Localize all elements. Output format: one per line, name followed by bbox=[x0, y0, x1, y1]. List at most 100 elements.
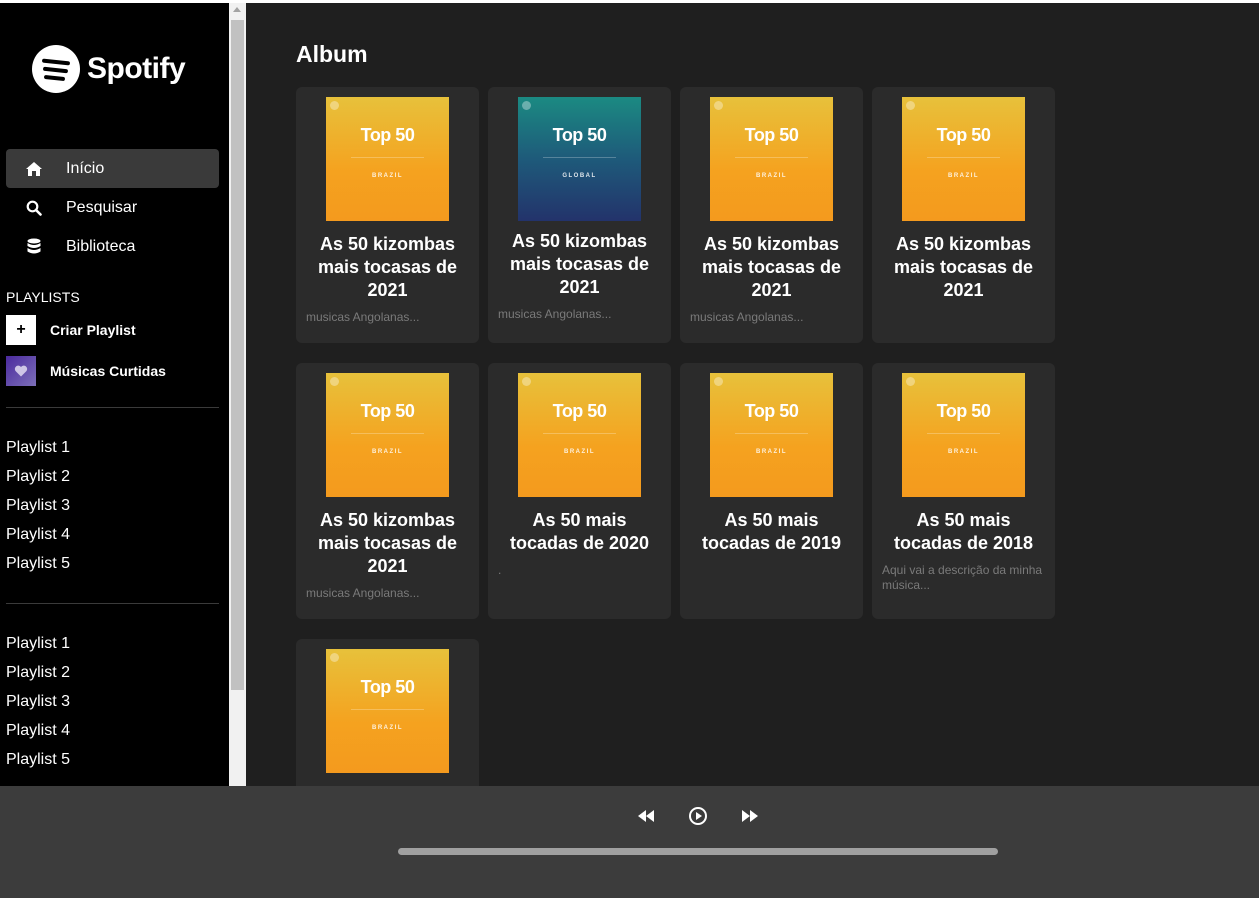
spotify-logo[interactable]: Spotify bbox=[32, 45, 186, 93]
spotify-dot-icon bbox=[330, 377, 339, 386]
spotify-dot-icon bbox=[906, 377, 915, 386]
playlists-header: PLAYLISTS bbox=[6, 289, 80, 305]
album-card[interactable]: Top 50 BRAZIL As 50 mais tocadas de 2019 bbox=[680, 363, 863, 619]
cover-top-label: Top 50 bbox=[360, 125, 415, 145]
spotify-dot-icon bbox=[522, 377, 531, 386]
album-card[interactable]: Top 50 BRAZIL As 50 kizombas mais tocasas … bbox=[296, 363, 479, 619]
album-title: As 50 mais tocadas de 2018 bbox=[893, 510, 1034, 553]
play-icon[interactable] bbox=[686, 804, 710, 828]
album-card[interactable]: Top 50 BRAZIL As 50 kizombas mais tocasas … bbox=[680, 87, 863, 343]
cover-top-label: Top 50 bbox=[744, 401, 799, 421]
cover-top-label: Top 50 bbox=[936, 125, 991, 145]
rewind-icon[interactable] bbox=[634, 804, 658, 828]
playlist-item[interactable]: Playlist 3 bbox=[6, 687, 70, 716]
nav-item-pesquisar[interactable]: Pesquisar bbox=[6, 188, 219, 227]
cover-region-label: BRAZIL bbox=[948, 449, 979, 455]
cover-divider bbox=[351, 433, 424, 434]
nav-label: Biblioteca bbox=[66, 237, 136, 255]
home-icon bbox=[24, 159, 44, 179]
nav-label: Início bbox=[66, 159, 105, 177]
scroll-thumb[interactable] bbox=[231, 20, 244, 690]
album-description: . bbox=[498, 563, 502, 577]
cover-top-label: Top 50 bbox=[552, 125, 607, 145]
playlist-item[interactable]: Playlist 5 bbox=[6, 549, 70, 578]
cover-top-label: Top 50 bbox=[552, 401, 607, 421]
liked-songs-button[interactable]: Músicas Curtidas bbox=[6, 356, 166, 386]
cover-divider bbox=[351, 709, 424, 710]
album-cover: Top 50 BRAZIL bbox=[710, 373, 833, 497]
cover-region-label: BRAZIL bbox=[756, 173, 787, 179]
plus-icon: + bbox=[6, 315, 36, 345]
spotify-dot-icon bbox=[330, 101, 339, 110]
playlist-item[interactable]: Playlist 3 bbox=[6, 491, 70, 520]
album-grid: Top 50 BRAZIL As 50 kizombas mais tocasas … bbox=[296, 87, 1055, 786]
album-description: musicas Angolanas... bbox=[498, 307, 612, 321]
playlist-item[interactable]: Playlist 2 bbox=[6, 462, 70, 491]
search-icon bbox=[24, 198, 44, 218]
album-description: musicas Angolanas... bbox=[306, 310, 420, 324]
playlist-item[interactable]: Playlist 2 bbox=[6, 658, 70, 687]
playlist-item[interactable]: Playlist 1 bbox=[6, 433, 70, 462]
playlist-list: Playlist 1 Playlist 2 Playlist 3 Playlis… bbox=[6, 433, 70, 578]
fast-forward-icon[interactable] bbox=[738, 804, 762, 828]
cover-region-label: BRAZIL bbox=[372, 725, 403, 731]
cover-region-label: BRAZIL bbox=[372, 449, 403, 455]
album-cover: Top 50 BRAZIL bbox=[326, 373, 449, 497]
spotify-dot-icon bbox=[714, 101, 723, 110]
album-card[interactable]: Top 50 BRAZIL As 50 kizombas mais tocasas … bbox=[872, 87, 1055, 343]
cover-top-label: Top 50 bbox=[360, 677, 415, 697]
spotify-dot-icon bbox=[330, 653, 339, 662]
cover-divider bbox=[927, 157, 1000, 158]
cover-region-label: BRAZIL bbox=[372, 173, 403, 179]
album-cover: Top 50 BRAZIL bbox=[710, 97, 833, 221]
album-title: As 50 kizombas mais tocasas de 2021 bbox=[509, 231, 650, 297]
playlist-item[interactable]: Playlist 4 bbox=[6, 716, 70, 745]
cover-divider bbox=[927, 433, 1000, 434]
divider bbox=[6, 603, 219, 604]
nav-item-inicio[interactable]: Início bbox=[6, 149, 219, 188]
sidebar-scrollbar[interactable] bbox=[229, 3, 246, 786]
album-card[interactable]: Top 50 BRAZIL bbox=[296, 639, 479, 786]
create-playlist-button[interactable]: + Criar Playlist bbox=[6, 315, 136, 345]
album-card[interactable]: Top 50 GLOBAL As 50 kizombas mais tocasas … bbox=[488, 87, 671, 343]
album-title: As 50 kizombas mais tocasas de 2021 bbox=[893, 234, 1034, 300]
main-content: Album Top 50 BRAZIL As 50 kizombas mais to… bbox=[246, 3, 1259, 786]
cover-region-label: BRAZIL bbox=[756, 449, 787, 455]
album-card[interactable]: Top 50 BRAZIL As 50 kizombas mais tocasas … bbox=[296, 87, 479, 343]
section-title: Album bbox=[296, 41, 368, 67]
nav-label: Pesquisar bbox=[66, 198, 138, 216]
album-title: As 50 kizombas mais tocasas de 2021 bbox=[701, 234, 842, 300]
album-description: musicas Angolanas... bbox=[306, 586, 420, 600]
album-cover: Top 50 GLOBAL bbox=[518, 97, 641, 221]
player-bar bbox=[0, 786, 1259, 898]
cover-region-label: BRAZIL bbox=[948, 173, 979, 179]
playlist-item[interactable]: Playlist 4 bbox=[6, 520, 70, 549]
main-nav: Início Pesquisar Biblioteca bbox=[6, 149, 219, 266]
album-card[interactable]: Top 50 BRAZIL As 50 mais tocadas de 2018 Aq… bbox=[872, 363, 1055, 619]
album-title: As 50 mais tocadas de 2020 bbox=[509, 510, 650, 553]
scroll-up-arrow-icon[interactable] bbox=[233, 7, 241, 12]
divider bbox=[6, 407, 219, 408]
album-description: Aqui vai a descrição da minha música... bbox=[882, 563, 1043, 592]
heart-icon bbox=[6, 356, 36, 386]
album-cover: Top 50 BRAZIL bbox=[326, 649, 449, 773]
cover-divider bbox=[735, 433, 808, 434]
progress-bar[interactable] bbox=[398, 848, 998, 855]
spotify-dot-icon bbox=[522, 101, 531, 110]
spotify-dot-icon bbox=[714, 377, 723, 386]
database-icon bbox=[24, 237, 44, 257]
cover-region-label: BRAZIL bbox=[564, 449, 595, 455]
logo-text: Spotify bbox=[87, 52, 186, 85]
spotify-dot-icon bbox=[906, 101, 915, 110]
album-card[interactable]: Top 50 BRAZIL As 50 mais tocadas de 2020. bbox=[488, 363, 671, 619]
cover-divider bbox=[543, 157, 616, 158]
playlist-item[interactable]: Playlist 1 bbox=[6, 629, 70, 658]
liked-songs-label: Músicas Curtidas bbox=[50, 363, 166, 379]
album-description: musicas Angolanas... bbox=[690, 310, 804, 324]
album-title: As 50 mais tocadas de 2019 bbox=[701, 510, 842, 553]
album-title: As 50 kizombas mais tocasas de 2021 bbox=[317, 510, 458, 576]
playlist-list: Playlist 1 Playlist 2 Playlist 3 Playlis… bbox=[6, 629, 70, 774]
nav-item-biblioteca[interactable]: Biblioteca bbox=[6, 227, 219, 266]
album-title: As 50 kizombas mais tocasas de 2021 bbox=[317, 234, 458, 300]
playlist-item[interactable]: Playlist 5 bbox=[6, 745, 70, 774]
